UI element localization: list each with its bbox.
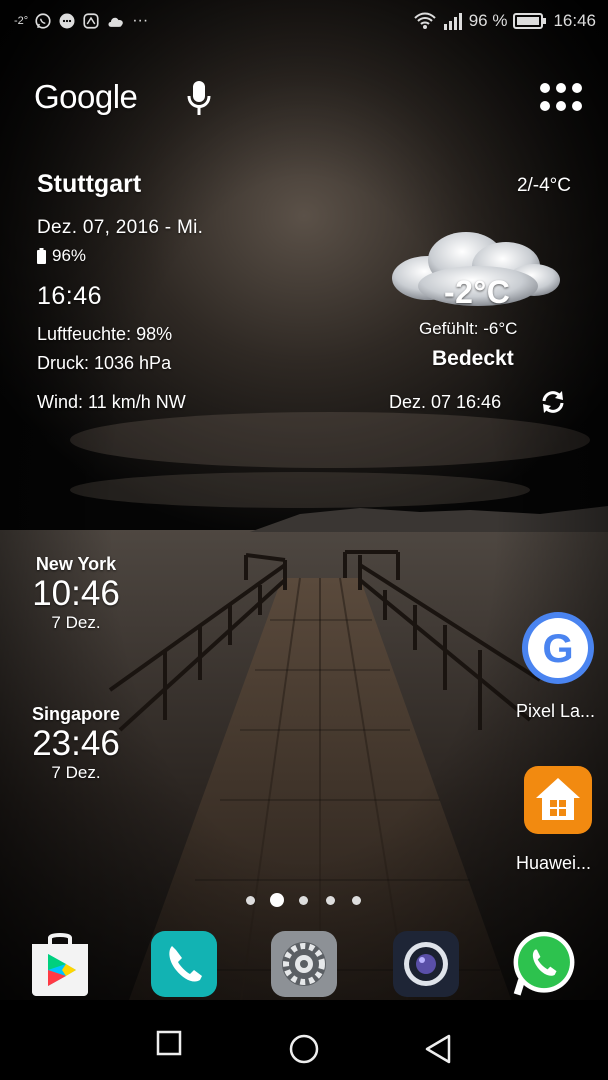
battery-percent: 96 %: [468, 11, 508, 30]
cloud-notification-icon: [108, 17, 124, 27]
huawei-home-icon: [524, 766, 592, 834]
page-dot[interactable]: [246, 896, 255, 905]
weather-feels-like: Gefühlt: -6°C: [419, 319, 518, 338]
refresh-icon[interactable]: [540, 389, 566, 415]
message-notification-icon: [59, 13, 75, 29]
page-dot-active[interactable]: [270, 893, 284, 907]
world-clock-new-york[interactable]: New York 10:46 7 Dez.: [14, 554, 138, 633]
battery-icon: [513, 13, 547, 29]
camera-icon[interactable]: [392, 930, 460, 998]
page-dot[interactable]: [299, 896, 308, 905]
wifi-icon: [413, 12, 436, 29]
more-notifications-icon: ···: [132, 12, 149, 29]
app-label: Pixel La...: [516, 701, 596, 721]
home-notification-icon: [83, 13, 99, 29]
page-dot[interactable]: [352, 896, 361, 905]
weather-wind: Wind: 11 km/h NW: [37, 392, 186, 412]
status-bar-left: -2° ···: [14, 8, 148, 34]
world-clock-city: New York: [35, 554, 117, 574]
status-bar-right: 96 % 16:46: [413, 8, 596, 34]
page-dot[interactable]: [326, 896, 335, 905]
weather-updated-time: Dez. 07 16:46: [389, 392, 502, 412]
battery-small-icon: [37, 248, 46, 264]
whatsapp-notification-icon: [35, 13, 51, 29]
world-clock-singapore[interactable]: Singapore 23:46 7 Dez.: [14, 704, 138, 783]
play-store-icon[interactable]: [26, 930, 94, 998]
weather-pressure: Druck: 1036 hPa: [37, 353, 172, 373]
status-temperature: -2°: [14, 15, 29, 27]
svg-text:G: G: [542, 627, 573, 671]
world-clock-city: Singapore: [31, 704, 120, 724]
app-label: Huawei...: [516, 853, 592, 873]
weather-city: Stuttgart: [37, 170, 142, 198]
weather-temperature: -2°C: [444, 274, 511, 310]
weather-battery-value: 96%: [52, 246, 87, 265]
app-huawei-home[interactable]: Huawei...: [516, 764, 608, 874]
app-pixel-launcher[interactable]: G Pixel La...: [516, 610, 608, 722]
weather-date: Dez. 07, 2016 - Mi.: [37, 217, 204, 238]
world-clock-date: 7 Dez.: [51, 613, 101, 632]
world-clock-time: 10:46: [32, 574, 120, 613]
world-clock-time: 23:46: [32, 724, 120, 763]
google-search-logo[interactable]: Google: [34, 78, 138, 116]
status-time: 16:46: [553, 11, 596, 30]
weather-battery: 96%: [37, 246, 86, 266]
cell-signal-icon: [443, 13, 462, 30]
settings-icon[interactable]: [270, 930, 338, 998]
back-button[interactable]: [424, 1034, 452, 1064]
world-clock-date: 7 Dez.: [51, 763, 101, 782]
wallpaper: [0, 0, 608, 1080]
microphone-icon[interactable]: [186, 80, 212, 116]
weather-high-low: 2/-4°C: [516, 175, 571, 196]
home-button[interactable]: [289, 1034, 319, 1064]
whatsapp-icon[interactable]: [510, 930, 578, 998]
weather-humidity: Luftfeuchte: 98%: [37, 324, 173, 344]
app-drawer-icon[interactable]: [539, 83, 583, 113]
pixel-launcher-icon: G: [522, 612, 594, 684]
weather-clock: 16:46: [37, 282, 103, 310]
weather-condition: Bedeckt: [432, 347, 514, 370]
phone-icon[interactable]: [150, 930, 218, 998]
recent-apps-button[interactable]: [156, 1030, 182, 1056]
